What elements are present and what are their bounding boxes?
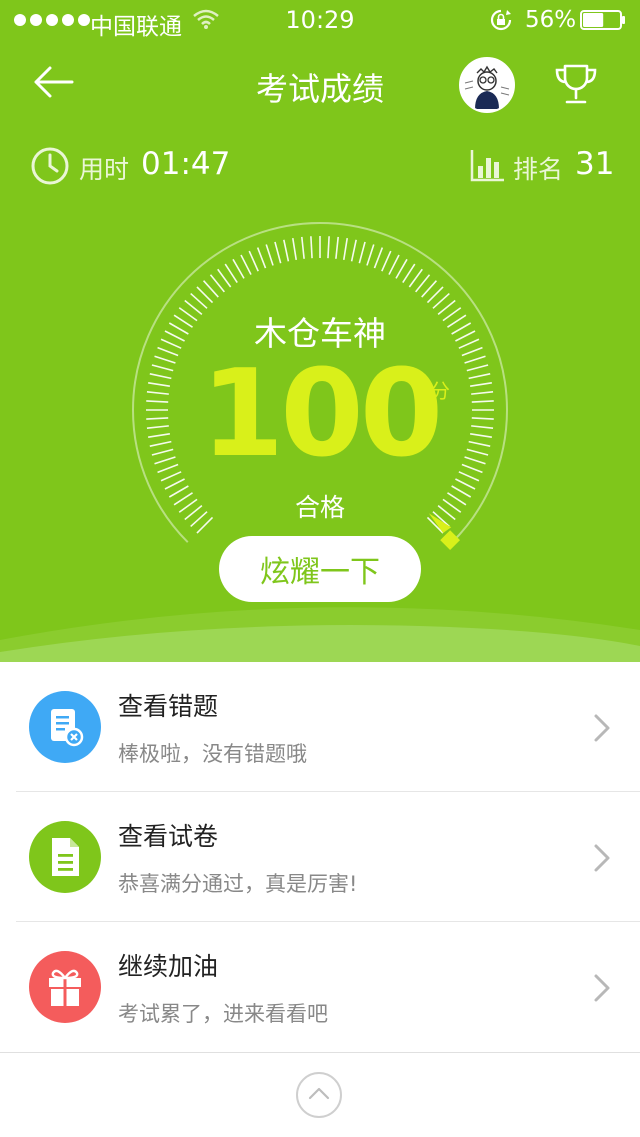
- gauge-tick: [381, 250, 392, 272]
- gauge-tick: [408, 268, 423, 288]
- score-value: 100: [200, 345, 444, 484]
- gauge-tick: [283, 239, 290, 262]
- score-result: 合格: [294, 493, 345, 522]
- gauge-tick: [415, 274, 431, 293]
- nav-bar: 考试成绩: [0, 48, 640, 120]
- bar-chart-icon: [470, 150, 504, 182]
- status-bar: 中国联通 10:29 56%: [0, 0, 640, 40]
- gauge-tick: [224, 263, 238, 283]
- gauge-tick: [202, 280, 219, 298]
- rotation-lock-icon: [490, 9, 512, 31]
- list-item-subtitle: 棒极啦，没有错题哦: [118, 742, 307, 766]
- score-header: 中国联通 10:29 56% 考试成绩 用时 01:47 排名 31 木仓车神 …: [0, 0, 640, 662]
- trophy-icon[interactable]: [552, 62, 600, 106]
- list-item-title: 查看错题: [118, 692, 219, 721]
- clock-icon: [31, 147, 69, 185]
- gauge-marker: [440, 530, 461, 551]
- time-label: 用时: [79, 155, 130, 184]
- document-icon: [29, 821, 101, 893]
- gauge-tick: [240, 254, 252, 275]
- exam-stats: 用时 01:47 排名 31: [0, 140, 640, 192]
- gauge-tick: [342, 238, 349, 260]
- gauge-tick: [232, 258, 245, 279]
- list-item-wrong-questions[interactable]: 查看错题 棒极啦，没有错题哦: [0, 662, 640, 792]
- list-item-subtitle: 考试累了，进来看看吧: [118, 1002, 328, 1026]
- list-item-subtitle: 恭喜满分通过，真是厉害!: [118, 872, 358, 896]
- chevron-up-icon: [308, 1087, 330, 1100]
- gauge-tick: [265, 244, 274, 266]
- list-item-title: 查看试卷: [118, 822, 219, 851]
- gauge-tick: [335, 236, 339, 259]
- chevron-right-icon: [594, 974, 610, 1002]
- list-item-title: 继续加油: [118, 952, 219, 981]
- list-item-view-paper[interactable]: 查看试卷 恭喜满分通过，真是厉害!: [0, 792, 640, 922]
- gauge-tick: [395, 258, 408, 279]
- gauge-tick: [248, 250, 259, 272]
- gauge-tick: [388, 254, 400, 275]
- chevron-right-icon: [594, 844, 610, 872]
- bottom-bar: [0, 1052, 640, 1137]
- gauge-tick: [358, 241, 366, 264]
- gauge-tick: [291, 238, 298, 260]
- list-item-keep-going[interactable]: 继续加油 考试累了，进来看看吧: [0, 922, 640, 1052]
- action-list: 查看错题 棒极啦，没有错题哦 查看试卷 恭喜满分通过，真是厉害! 继续加油 考试…: [0, 662, 640, 1052]
- gauge-tick: [217, 268, 232, 288]
- page-title: 考试成绩: [255, 70, 384, 108]
- avatar[interactable]: [459, 57, 515, 113]
- scroll-up-button[interactable]: [296, 1072, 342, 1118]
- rank-value: 31: [575, 146, 615, 182]
- gauge-tick: [350, 239, 357, 262]
- gauge-tick: [426, 286, 444, 304]
- battery-percent: 56%: [525, 7, 577, 33]
- chevron-right-icon: [594, 714, 610, 742]
- gauge-tick: [196, 286, 214, 304]
- gauge-tick: [421, 280, 438, 298]
- score-unit: 分: [430, 379, 450, 403]
- gauge-tick: [209, 274, 225, 293]
- gauge-tick: [402, 263, 416, 283]
- gauge-tick: [327, 236, 330, 259]
- gauge-tick: [373, 247, 384, 269]
- gauge-tick: [256, 247, 267, 269]
- gauge-tick: [310, 236, 313, 259]
- rank-label: 排名: [513, 155, 564, 184]
- gauge-tick: [301, 236, 305, 259]
- wrong-questions-icon: [29, 691, 101, 763]
- gift-icon: [29, 951, 101, 1023]
- wave-decoration: [0, 607, 640, 662]
- gauge-tick: [274, 241, 282, 264]
- gauge-tick: [366, 244, 375, 266]
- battery-icon: [580, 10, 625, 30]
- time-value: 01:47: [141, 146, 231, 182]
